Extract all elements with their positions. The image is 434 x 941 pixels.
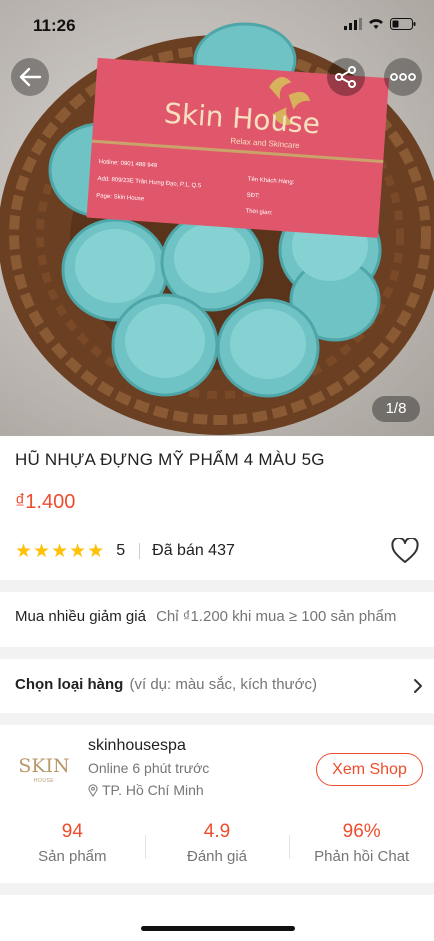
star-icon: ★ (87, 540, 105, 562)
product-price: ₫1.400 (15, 491, 76, 513)
star-icon: ★ (69, 540, 87, 562)
chevron-right-icon (414, 679, 422, 693)
stat-chat-response: 96% Phản hồi Chat (289, 820, 434, 872)
photo-card-page: Page: Skin House (96, 193, 145, 203)
status-time: 11:26 (33, 16, 76, 35)
more-button[interactable] (384, 58, 422, 96)
back-arrow-icon (19, 67, 42, 87)
battery-icon (390, 18, 416, 30)
like-button[interactable] (391, 536, 419, 569)
shop-stats: 94 Sản phẩm 4.9 Đánh giá 96% Phản hồi Ch… (0, 820, 434, 872)
shop-name[interactable]: skinhousespa (88, 737, 186, 755)
section-divider (0, 647, 434, 659)
photo-card-customer: Tên Khách Hàng: (247, 176, 295, 186)
product-title: HŨ NHỰA ĐỰNG MỸ PHẨM 4 MÀU 5G (15, 450, 325, 469)
variant-hint: (ví dụ: màu sắc, kích thước) (129, 676, 317, 693)
stat-products: 94 Sản phẩm (0, 820, 145, 872)
shop-location: TP. Hồ Chí Minh (88, 782, 204, 798)
shop-logo-text: SKIN (18, 754, 70, 777)
shop-logo[interactable]: SKIN HOUSE (14, 748, 74, 792)
share-icon (335, 66, 356, 88)
photo-card-address: Add: 809/23E Trần Hưng Đạo, P.1, Q.5 (97, 176, 202, 190)
rating-stars: ★ ★ ★ ★ ★ (15, 542, 104, 561)
section-divider (0, 883, 434, 895)
section-divider (0, 580, 434, 592)
stat-label: Đánh giá (186, 848, 248, 865)
stat-value: 96% (342, 821, 381, 842)
more-icon (390, 73, 416, 81)
photo-card-brand: Skin House (163, 96, 322, 141)
variant-label: Chọn loại hàng (15, 676, 124, 693)
bulk-discount-text: Chỉ ₫1.200 khi mua ≥ 100 sản phẩm (156, 608, 397, 625)
stat-label: Phản hồi Chat (314, 848, 410, 865)
bulk-discount-row[interactable]: Mua nhiều giảm giá Chỉ ₫1.200 khi mua ≥ … (15, 608, 434, 625)
star-icon: ★ (33, 540, 51, 562)
rating-divider (139, 543, 141, 559)
stat-value: 94 (61, 821, 83, 842)
product-image-gallery[interactable]: Skin House Relax and Skincare Hotline: 0… (0, 0, 434, 436)
star-icon: ★ (51, 540, 69, 562)
photo-card-hotline: Hotline: 0901 488 949 (98, 159, 158, 170)
back-button[interactable] (11, 58, 49, 96)
stat-label: Sản phẩm (38, 848, 107, 865)
image-counter: 1/8 (372, 396, 420, 422)
photo-card-phone: SĐT: (246, 192, 260, 200)
rating-row[interactable]: ★ ★ ★ ★ ★ 5 Đã bán 437 (15, 536, 419, 564)
stat-value: 4.9 (203, 821, 231, 842)
signal-icon (344, 18, 362, 30)
heart-icon (391, 536, 419, 563)
shop-online-status: Online 6 phút trước (88, 760, 210, 776)
wifi-icon (369, 19, 383, 29)
photo-card-time: Thời gian: (245, 208, 273, 217)
shop-logo-sub: HOUSE (33, 777, 55, 784)
stat-rating: 4.9 Đánh giá (144, 820, 290, 872)
rating-value: 5 (116, 542, 126, 559)
location-pin-icon (88, 783, 98, 797)
sold-count: Đã bán 437 (152, 542, 235, 559)
view-shop-button[interactable]: Xem Shop (316, 753, 423, 786)
section-divider (0, 713, 434, 725)
share-button[interactable] (327, 58, 365, 96)
variant-selector[interactable]: Chọn loại hàng (ví dụ: màu sắc, kích thư… (15, 676, 423, 698)
home-indicator[interactable] (141, 926, 295, 931)
status-bar: 11:26 (0, 0, 434, 44)
shop-location-text: TP. Hồ Chí Minh (102, 782, 204, 798)
status-icons (344, 18, 416, 30)
bulk-discount-label: Mua nhiều giảm giá (15, 608, 146, 625)
star-icon: ★ (15, 540, 33, 562)
